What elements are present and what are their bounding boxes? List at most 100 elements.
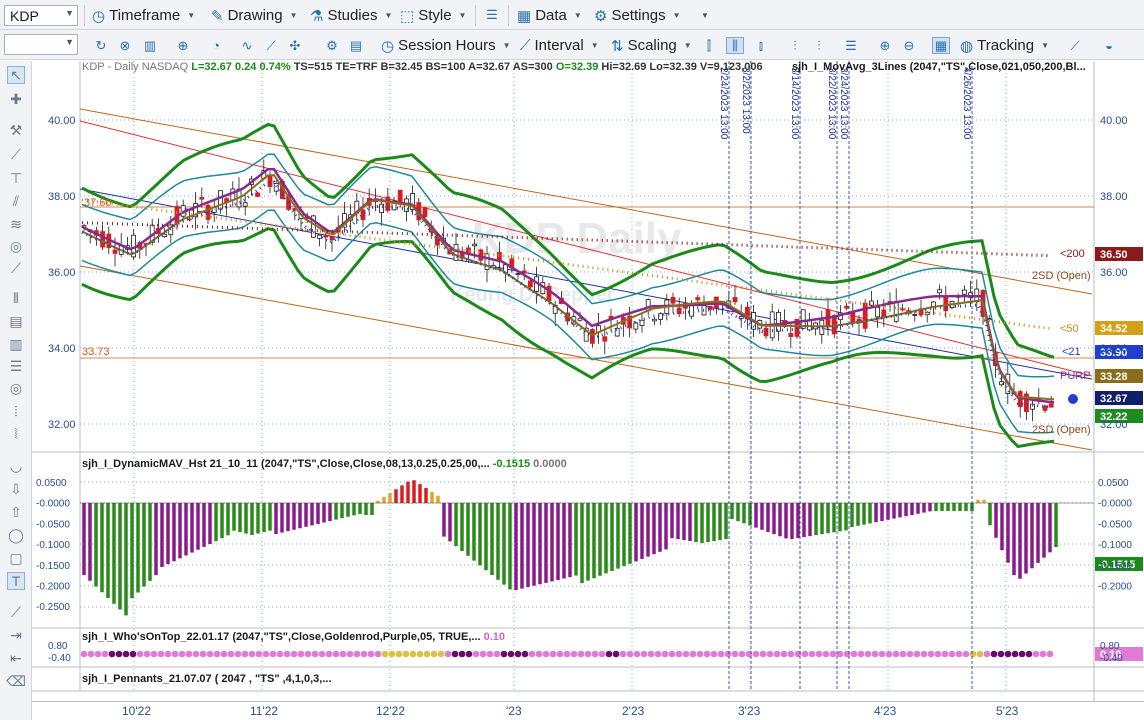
trend-dot	[430, 650, 438, 658]
rectangle-icon[interactable]: ▢	[7, 549, 25, 567]
drawing-menu[interactable]: ✎ Drawing ▼	[211, 5, 298, 26]
text-icon[interactable]: T	[7, 572, 25, 590]
time-tick: 5'23	[996, 704, 1019, 718]
candle-body	[869, 300, 874, 306]
candle-body	[881, 309, 887, 318]
template-select[interactable]: ▼	[4, 34, 78, 55]
fib-ext-icon[interactable]: ▤	[7, 312, 25, 330]
style-menu[interactable]: ⬚ Style ▼	[400, 5, 466, 26]
fib-time-icon[interactable]: ▥	[7, 335, 25, 353]
trend-dot	[416, 650, 424, 658]
overflow-menu[interactable]: ▼	[698, 5, 709, 26]
spiral-icon[interactable]: ◎	[7, 379, 25, 397]
speed-icon[interactable]: ◔	[207, 37, 225, 54]
line-label: 2SD (Open)	[1032, 270, 1091, 282]
parallel-icon[interactable]: ≋	[7, 215, 25, 233]
price-axis-label: 34.00	[1100, 343, 1128, 355]
candle-body	[788, 332, 794, 337]
collapse-icon[interactable]: ⇤	[7, 649, 25, 667]
hide-icon[interactable]: ⇥	[7, 626, 25, 644]
trend-dot	[752, 650, 760, 658]
grid-toggle-icon[interactable]: ▦	[932, 37, 950, 54]
pointer-icon[interactable]: ↖	[7, 66, 25, 84]
grid-icon[interactable]: ▥	[141, 37, 159, 54]
chevron-down-icon[interactable]: ▼	[65, 8, 74, 18]
trend-dot	[654, 650, 662, 658]
pencil-icon: ✎	[211, 7, 224, 25]
cross-icon[interactable]: ✣	[286, 37, 304, 54]
add-chart-icon[interactable]: ⟋	[1066, 37, 1084, 54]
clock-icon: ◷	[92, 7, 106, 25]
candle-body	[633, 322, 639, 330]
zoom-in-icon[interactable]: ⊕	[876, 37, 894, 54]
trendline-icon[interactable]: ⟋	[7, 145, 25, 163]
trend-dot	[969, 650, 977, 658]
chart-icon[interactable]: ∿	[238, 37, 256, 54]
chevron-down-icon[interactable]: ▼	[65, 37, 74, 47]
event-label: 4/26/2023 13:00	[961, 67, 972, 140]
trend-dot	[899, 650, 907, 658]
trend-icon[interactable]: ⟋	[262, 37, 280, 54]
arrow-up-icon[interactable]: ⇧	[7, 503, 25, 521]
scaling-menu[interactable]: ⇅ Scaling ▼	[611, 35, 692, 56]
volume-icon[interactable]: ⫶	[786, 37, 804, 54]
interval-menu[interactable]: ⟋ Interval ▼	[520, 35, 599, 56]
hollow-candle-icon[interactable]: ⫾	[752, 37, 770, 54]
tracking-menu[interactable]: ◍ Tracking ▼	[960, 35, 1049, 56]
trend-dot	[108, 650, 116, 658]
erase-icon[interactable]: ⌫	[6, 672, 26, 690]
trend-dot	[423, 650, 431, 658]
panels-icon[interactable]: ☰	[842, 37, 860, 54]
pitchfork-icon[interactable]: ⟋	[7, 259, 25, 277]
arc-icon[interactable]: ◡	[7, 457, 25, 475]
bars-icon[interactable]: ▤	[347, 37, 365, 54]
arrow-down-icon[interactable]: ⇩	[7, 480, 25, 498]
zoom-data-icon[interactable]: ⊕	[174, 37, 192, 54]
settings-menu[interactable]: ⚙ Settings ▼	[594, 5, 681, 26]
timeframe-menu[interactable]: ◷ Timeframe ▼	[92, 5, 195, 26]
session-hours-menu[interactable]: ◷ Session Hours ▼	[381, 35, 511, 56]
fib-fan-icon[interactable]: ☰	[7, 357, 25, 375]
trend-dot	[409, 650, 417, 658]
wrench-icon[interactable]: ⚒	[7, 121, 25, 139]
crosshair-icon[interactable]: ✚	[7, 90, 25, 108]
trend-dot	[241, 650, 249, 658]
trend-dot	[549, 650, 557, 658]
cycle-icon[interactable]: ⦚	[7, 425, 25, 443]
trend-dot	[864, 650, 872, 658]
zoom-out-icon[interactable]: ⊖	[900, 37, 918, 54]
indicator-axis-label: -0.0500	[36, 519, 70, 530]
ruler-icon[interactable]: ⟋	[7, 603, 25, 621]
channel-icon[interactable]: ⫽	[7, 192, 25, 210]
data-menu[interactable]: ▦ Data ▼	[517, 5, 582, 26]
candle-body	[360, 209, 366, 221]
chart-canvas[interactable]: KDP Daily Keurig Dr Pepper <200<50<21PUR…	[32, 61, 1144, 701]
price-axis-label: 34.00	[48, 343, 76, 355]
trend-dot	[136, 650, 144, 658]
trend-dot	[220, 650, 228, 658]
candlestick-icon[interactable]: ⫼	[726, 37, 744, 54]
event-label: 2/24/2023 13:00	[718, 67, 729, 140]
chart-area[interactable]: KDP Daily Keurig Dr Pepper <200 <50 <21 PUR…	[32, 61, 1144, 701]
link-icon[interactable]: ⊗	[116, 37, 134, 54]
trend-dot	[248, 650, 256, 658]
candle-body	[695, 297, 701, 301]
layout-icon[interactable]: ☰	[483, 6, 501, 23]
dashboard-icon[interactable]: ◒	[1100, 37, 1118, 54]
speed-lines-icon[interactable]: ⦙	[7, 402, 25, 420]
fib-icon[interactable]: ⦀	[7, 289, 25, 307]
trend-dot	[227, 650, 235, 658]
vertical-line-icon[interactable]: ⊤	[7, 169, 25, 187]
trend-dot	[878, 650, 886, 658]
indicator-axis-label: -0.0000	[1098, 499, 1132, 510]
candle-body	[329, 236, 335, 241]
trend-dot	[927, 650, 935, 658]
ellipse-icon[interactable]: ◯	[7, 526, 25, 544]
gears-icon[interactable]: ⚙	[323, 37, 341, 54]
bar-chart-icon[interactable]: ⫿	[700, 37, 718, 54]
histogram-icon[interactable]: ⫶	[810, 37, 828, 54]
studies-menu[interactable]: ⚗ Studies ▼	[310, 5, 392, 26]
gann-icon[interactable]: ◎	[7, 237, 25, 255]
symbol-input[interactable]: KDP ▼	[4, 5, 78, 26]
refresh-icon[interactable]: ↻	[92, 37, 110, 54]
